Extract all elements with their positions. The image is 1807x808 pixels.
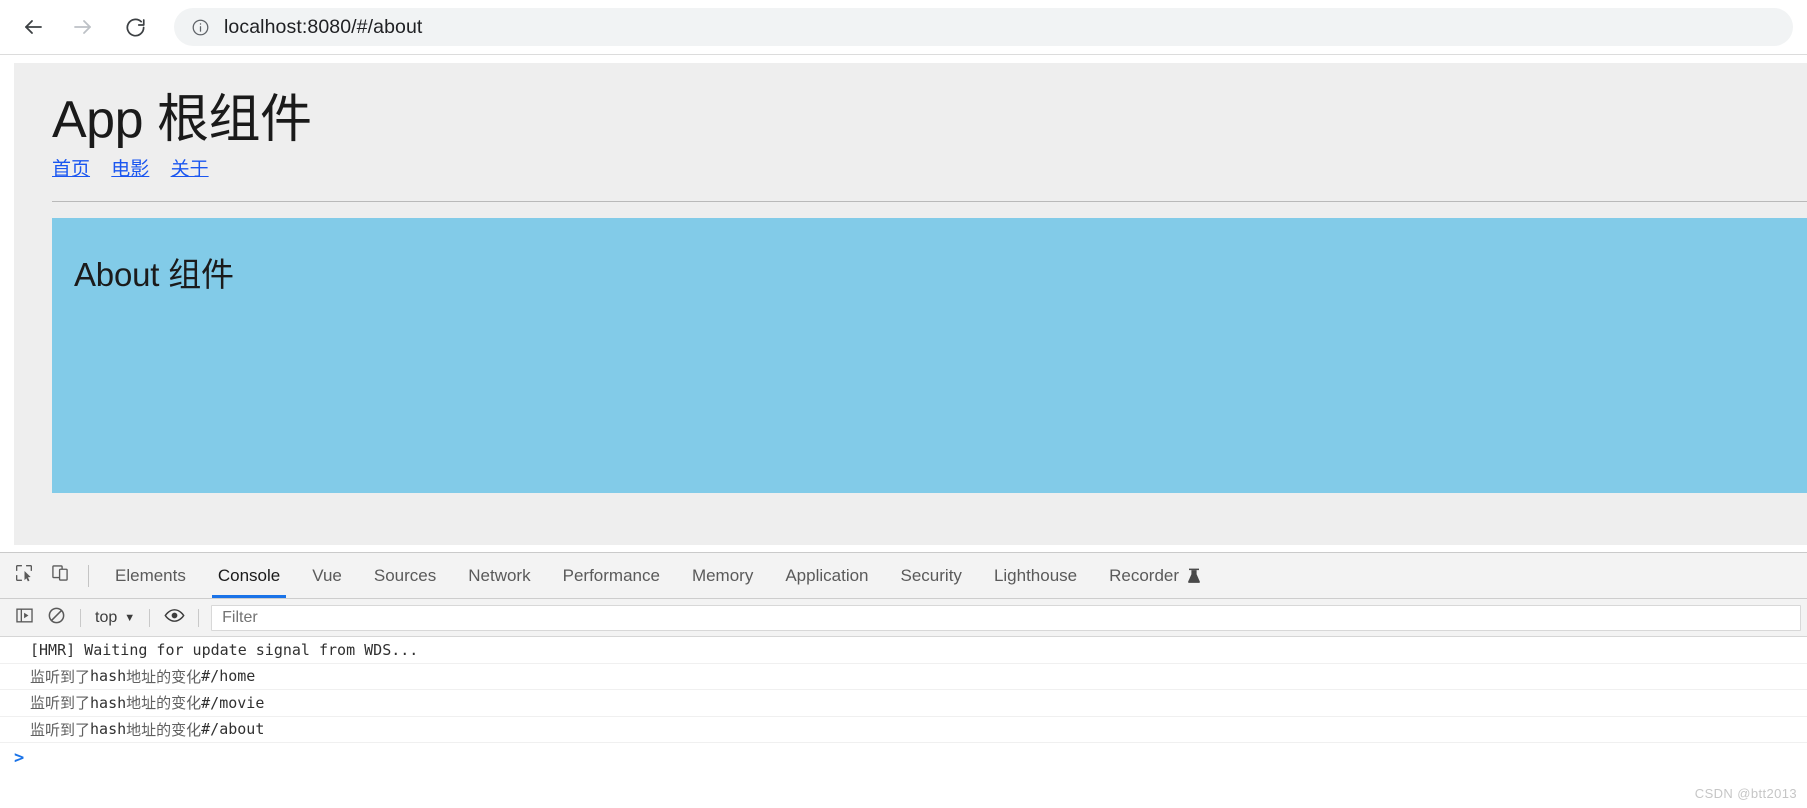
forward-button[interactable]: [62, 6, 104, 48]
console-message-cn: 监听到了: [30, 667, 91, 686]
console-sidebar-button[interactable]: [8, 604, 40, 632]
console-message-cn2: 地址的变化: [126, 694, 202, 713]
page-title: App 根组件: [52, 91, 312, 149]
forward-arrow-icon: [71, 15, 95, 39]
tab-recorder[interactable]: Recorder: [1093, 553, 1217, 598]
nav-link-home[interactable]: 首页: [52, 159, 90, 180]
console-message-cn2: 地址的变化: [126, 720, 202, 739]
inspect-element-button[interactable]: [6, 553, 42, 598]
console-message-text: [HMR] Waiting for update signal from WDS…: [30, 640, 419, 659]
console-message-cn: 监听到了: [30, 720, 91, 739]
back-button[interactable]: [12, 6, 54, 48]
browser-toolbar: localhost:8080/#/about: [0, 0, 1807, 55]
flask-icon: [1187, 568, 1201, 584]
about-component: About 组件: [52, 217, 1807, 493]
reload-icon: [124, 16, 147, 39]
console-message-mid: hash: [90, 720, 127, 739]
console-message-row[interactable]: 监听到了 hash 地址的变化 #/home: [0, 664, 1807, 690]
tabbar-divider: [88, 564, 89, 587]
nav-link-movie[interactable]: 电影: [111, 159, 149, 180]
filterbar-divider-1: [80, 608, 81, 627]
back-arrow-icon: [21, 15, 45, 39]
address-bar-url: localhost:8080/#/about: [224, 15, 423, 38]
router-nav: 首页 电影 关于: [14, 148, 1807, 179]
chevron-down-icon: ▼: [124, 611, 136, 624]
tab-application[interactable]: Application: [769, 553, 884, 598]
devtools-panel: Elements Console Vue Sources Network Per…: [0, 552, 1807, 808]
inspect-element-icon: [14, 563, 34, 588]
console-message-row[interactable]: [HMR] Waiting for update signal from WDS…: [0, 637, 1807, 664]
console-message-mid: hash: [90, 667, 127, 686]
tab-sources[interactable]: Sources: [358, 553, 452, 598]
horizontal-rule: [52, 200, 1807, 202]
console-filterbar: top ▼: [0, 599, 1807, 637]
device-toolbar-icon: [50, 563, 70, 588]
filterbar-divider-2: [149, 608, 151, 627]
tab-console[interactable]: Console: [202, 553, 296, 598]
console-message-path: #/home: [201, 667, 256, 686]
console-context-selector[interactable]: top ▼: [89, 609, 141, 627]
info-circle-icon[interactable]: [190, 17, 210, 37]
devtools-tabbar: Elements Console Vue Sources Network Per…: [0, 553, 1807, 599]
console-message-path: #/about: [201, 720, 265, 739]
clear-console-icon: [47, 606, 66, 630]
console-message-path: #/movie: [201, 693, 265, 712]
filterbar-divider-3: [198, 608, 200, 627]
about-heading: About 组件: [74, 255, 234, 293]
tab-performance[interactable]: Performance: [547, 553, 676, 598]
console-prompt-chevron-icon: >: [14, 748, 25, 768]
console-output[interactable]: [HMR] Waiting for update signal from WDS…: [0, 637, 1807, 808]
live-expression-button[interactable]: [158, 604, 190, 632]
live-expression-eye-icon: [164, 605, 185, 631]
console-filter-field[interactable]: [211, 604, 1801, 631]
console-message-cn: 监听到了: [30, 694, 91, 713]
tab-vue[interactable]: Vue: [296, 553, 358, 598]
tab-recorder-label: Recorder: [1109, 565, 1180, 585]
tab-elements[interactable]: Elements: [99, 553, 202, 598]
device-toolbar-button[interactable]: [42, 553, 78, 598]
reload-button[interactable]: [114, 6, 156, 48]
address-bar[interactable]: localhost:8080/#/about: [174, 8, 1793, 46]
nav-link-about[interactable]: 关于: [171, 159, 209, 180]
console-input-prompt[interactable]: >: [0, 743, 1807, 773]
app-root: App 根组件 首页 电影 关于 About 组件: [14, 63, 1807, 545]
console-message-row[interactable]: 监听到了 hash 地址的变化 #/movie: [0, 690, 1807, 717]
console-context-label: top: [95, 608, 118, 626]
tab-lighthouse[interactable]: Lighthouse: [978, 553, 1093, 598]
page-viewport: App 根组件 首页 电影 关于 About 组件: [0, 55, 1807, 552]
console-message-mid: hash: [90, 693, 127, 712]
console-filter-input[interactable]: [220, 607, 1792, 628]
console-sidebar-icon: [15, 606, 34, 630]
tab-memory[interactable]: Memory: [676, 553, 769, 598]
tab-network[interactable]: Network: [452, 553, 546, 598]
tab-security[interactable]: Security: [885, 553, 978, 598]
console-message-cn2: 地址的变化: [126, 667, 202, 686]
console-message-row[interactable]: 监听到了 hash 地址的变化 #/about: [0, 717, 1807, 743]
clear-console-button[interactable]: [40, 604, 72, 632]
